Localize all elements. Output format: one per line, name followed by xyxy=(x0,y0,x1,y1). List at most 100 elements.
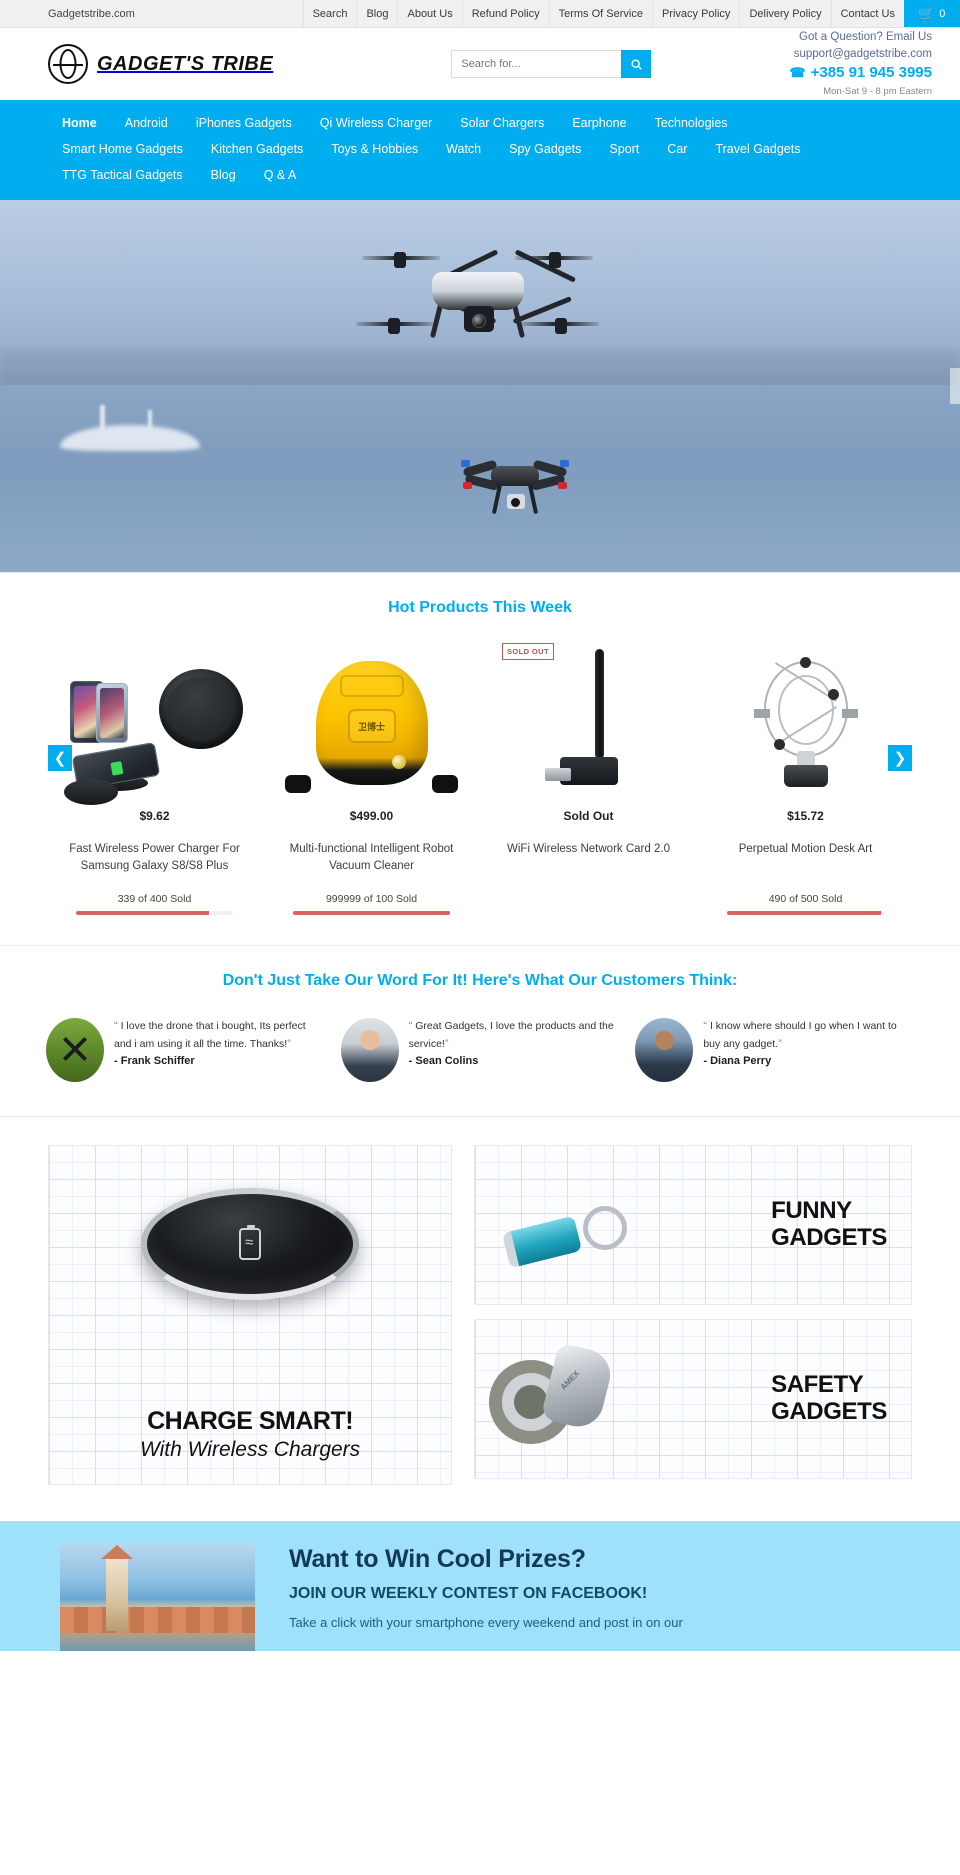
promo-banner-left[interactable]: CHARGE SMART! With Wireless Chargers xyxy=(48,1145,453,1485)
globe-logo-icon xyxy=(48,44,88,84)
site-header: GADGET'S TRIBE Got a Question? Email Us … xyxy=(0,28,960,100)
topbar-link-about-us[interactable]: About Us xyxy=(397,0,461,27)
product-title[interactable]: Fast Wireless Power Charger For Samsung … xyxy=(52,841,257,875)
testimonial-body: “ I love the drone that i bought, Its pe… xyxy=(114,1018,325,1071)
funny-gadgets-banner[interactable]: FUNNY GADGETS xyxy=(474,1145,912,1305)
nav-item-android[interactable]: Android xyxy=(111,110,182,136)
product-card[interactable]: $15.72 Perpetual Motion Desk Art 490 of … xyxy=(697,639,914,915)
vacuum-button xyxy=(391,755,406,769)
nav-item-travel-gadgets[interactable]: Travel Gadgets xyxy=(701,136,814,162)
perpetual-motion-device xyxy=(752,655,860,787)
inner-ring xyxy=(777,675,834,745)
contest-body-text: Take a click with your smartphone every … xyxy=(289,1615,683,1630)
search-submit-button[interactable] xyxy=(621,50,652,78)
product-card[interactable]: $9.62 Fast Wireless Power Charger For Sa… xyxy=(46,639,263,915)
contact-email[interactable]: support@gadgetstribe.com xyxy=(789,46,932,63)
nav-item-toys-hobbies[interactable]: Toys & Hobbies xyxy=(317,136,432,162)
header-search-area xyxy=(273,50,789,78)
testimonials-section: Don't Just Take Our Word For It! Here's … xyxy=(0,945,960,1116)
nav-item-blog[interactable]: Blog xyxy=(197,162,250,188)
nav-item-ttg-tactical-gadgets[interactable]: TTG Tactical Gadgets xyxy=(48,162,197,188)
testimonial-quote: I know where should I go when I want to … xyxy=(703,1020,897,1050)
device-base xyxy=(783,765,828,787)
product-sold-text: 490 of 500 Sold xyxy=(768,893,843,905)
product-title[interactable]: WiFi Wireless Network Card 2.0 xyxy=(486,841,691,875)
charge-smart-banner[interactable]: CHARGE SMART! With Wireless Chargers xyxy=(48,1145,453,1485)
nav-item-car[interactable]: Car xyxy=(653,136,701,162)
hero-next-arrow-icon[interactable] xyxy=(950,368,960,404)
drone-led xyxy=(560,460,569,467)
logo-text: GADGET'S TRIBE xyxy=(97,52,274,75)
keychain-body xyxy=(501,1215,583,1269)
contest-image-rooftops xyxy=(60,1607,255,1633)
contest-subheading: JOIN OUR WEEKLY CONTEST ON FACEBOOK! xyxy=(289,1585,648,1602)
contact-question-label: Got a Question? Email Us xyxy=(799,31,932,44)
funny-banner-text: FUNNY GADGETS xyxy=(771,1197,887,1252)
contest-image-bell-tower xyxy=(101,1545,133,1631)
vacuum-body: 卫博士 xyxy=(315,661,428,785)
cart-button[interactable]: 🛒 0 xyxy=(904,0,960,27)
brake-caliper xyxy=(540,1342,616,1432)
site-logo[interactable]: GADGET'S TRIBE xyxy=(48,44,273,84)
topbar-link-contact-us[interactable]: Contact Us xyxy=(830,0,904,27)
quote-close-icon: ” xyxy=(444,1037,449,1050)
nav-item-technologies[interactable]: Technologies xyxy=(641,110,742,136)
product-title[interactable]: Multi-functional Intelligent Robot Vacuu… xyxy=(269,841,474,875)
product-sold-text: 999999 of 100 Sold xyxy=(325,893,418,905)
contact-phone[interactable]: ☎ +385 91 945 3995 xyxy=(789,62,932,84)
drone-motor xyxy=(388,318,400,334)
charge-banner-title: CHARGE SMART! xyxy=(147,1406,354,1435)
nav-item-qi-wireless-charger[interactable]: Qi Wireless Charger xyxy=(306,110,447,136)
promo-banner-right-column: FUNNY GADGETS SAFETY GADGETS xyxy=(474,1145,912,1485)
vacuum-badge: 卫博士 xyxy=(347,709,396,743)
product-card[interactable]: 卫博士 $499.00 Multi-functional Intelligent… xyxy=(263,639,480,915)
nav-item-earphone[interactable]: Earphone xyxy=(558,110,640,136)
nav-row-1: Home Android iPhones Gadgets Qi Wireless… xyxy=(0,110,960,136)
hero-large-drone xyxy=(356,230,599,355)
safety-gadgets-banner[interactable]: SAFETY GADGETS xyxy=(474,1319,912,1479)
search-input[interactable] xyxy=(451,50,622,78)
charge-banner-subtitle: With Wireless Chargers xyxy=(140,1438,361,1461)
topbar-link-blog[interactable]: Blog xyxy=(356,0,397,27)
topbar-link-terms-of-service[interactable]: Terms Of Service xyxy=(548,0,652,27)
contest-text-block: Want to Win Cool Prizes? JOIN OUR WEEKLY… xyxy=(255,1543,960,1651)
nav-item-solar-chargers[interactable]: Solar Chargers xyxy=(446,110,558,136)
promo-banners-section: CHARGE SMART! With Wireless Chargers FUN… xyxy=(0,1116,960,1521)
wireless-charger-art xyxy=(52,639,257,805)
topbar-link-search[interactable]: Search xyxy=(302,0,357,27)
product-price: $9.62 xyxy=(139,809,170,823)
nav-item-q-and-a[interactable]: Q & A xyxy=(250,162,311,188)
topbar-link-refund-policy[interactable]: Refund Policy xyxy=(461,0,549,27)
quote-open-icon: “ xyxy=(703,1020,708,1032)
product-title[interactable]: Perpetual Motion Desk Art xyxy=(703,841,908,875)
safety-banner-text: SAFETY GADGETS xyxy=(771,1371,887,1426)
contest-section: Want to Win Cool Prizes? JOIN OUR WEEKLY… xyxy=(0,1521,960,1651)
product-price: Sold Out xyxy=(563,809,614,823)
vacuum-wheel xyxy=(432,775,458,793)
nav-item-iphones-gadgets[interactable]: iPhones Gadgets xyxy=(182,110,306,136)
top-utility-bar: Gadgetstribe.com Search Blog About Us Re… xyxy=(0,0,960,28)
keyring xyxy=(583,1206,628,1250)
nav-item-home[interactable]: Home xyxy=(48,110,111,136)
product-card[interactable]: SOLD OUT Sold Out WiFi Wireless Network … xyxy=(480,639,697,915)
topbar-link-delivery-policy[interactable]: Delivery Policy xyxy=(739,0,830,27)
hero-banner[interactable] xyxy=(0,200,960,572)
hero-boat-mast-2 xyxy=(148,410,152,431)
quote-open-icon: “ xyxy=(114,1020,118,1032)
nav-item-kitchen-gadgets[interactable]: Kitchen Gadgets xyxy=(197,136,317,162)
testimonial-item: “ I know where should I go when I want t… xyxy=(629,1018,920,1082)
topbar-link-privacy-policy[interactable]: Privacy Policy xyxy=(651,0,739,27)
testimonials-list: “ I love the drone that i bought, Its pe… xyxy=(0,990,960,1116)
man-on-phone-avatar xyxy=(635,1018,694,1082)
nav-item-sport[interactable]: Sport xyxy=(595,136,653,162)
nav-item-smart-home-gadgets[interactable]: Smart Home Gadgets xyxy=(48,136,197,162)
drone-motor xyxy=(394,252,406,268)
funny-banner-line2: GADGETS xyxy=(771,1224,887,1251)
drone-avatar xyxy=(46,1018,104,1082)
products-carousel: ❮ ❯ $9.62 Fast Wireless Power Charger Fo… xyxy=(0,617,960,945)
safety-banner-line1: SAFETY xyxy=(771,1371,864,1399)
nav-item-watch[interactable]: Watch xyxy=(432,136,495,162)
nav-item-spy-gadgets[interactable]: Spy Gadgets xyxy=(495,136,595,162)
hot-products-section: Hot Products This Week ❮ ❯ $9.62 Fast Wi… xyxy=(0,572,960,945)
